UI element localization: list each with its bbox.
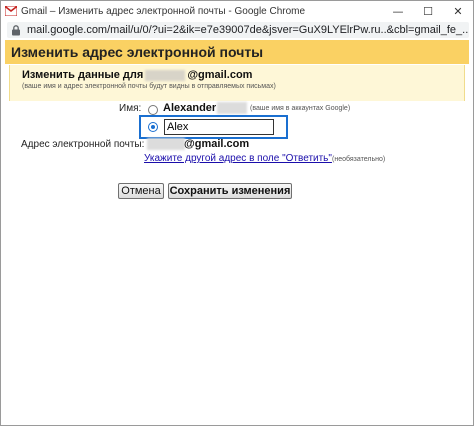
title-bar: Gmail – Изменить адрес электронной почты…: [1, 1, 473, 21]
name-radio-custom[interactable]: [148, 122, 158, 132]
reply-to-link[interactable]: Укажите другой адрес в поле "Ответить": [144, 153, 332, 164]
section-subtitle: (ваше имя и адрес электронной почты буду…: [22, 83, 276, 90]
name-radio-google[interactable]: [148, 105, 158, 115]
close-button[interactable]: ✕: [443, 1, 473, 21]
info-panel: Изменить данные для @gmail.com (ваше имя …: [9, 65, 465, 101]
address-bar[interactable]: mail.google.com/mail/u/0/?ui=2&ik=e7e390…: [7, 22, 469, 38]
reply-to-hint: (необязательно): [332, 156, 386, 163]
redacted-email-user: [147, 138, 185, 150]
window-title: Gmail – Изменить адрес электронной почты…: [21, 5, 306, 17]
section-title: Изменить данные для @gmail.com: [22, 69, 252, 81]
name-label: Имя:: [119, 103, 142, 114]
email-label: Адрес электронной почты:: [21, 139, 145, 150]
section-title-prefix: Изменить данные для: [22, 69, 144, 81]
gmail-icon: [5, 6, 17, 16]
custom-name-input[interactable]: [164, 119, 274, 135]
url-text: mail.google.com/mail/u/0/?ui=2&ik=e7e390…: [27, 24, 469, 36]
dialog-header: Изменить адрес электронной почты: [5, 40, 469, 64]
browser-window: Gmail – Изменить адрес электронной почты…: [0, 0, 474, 426]
save-button[interactable]: Сохранить изменения: [168, 183, 292, 199]
dialog-title: Изменить адрес электронной почты: [11, 44, 264, 60]
section-title-suffix: @gmail.com: [187, 69, 253, 81]
maximize-button[interactable]: ☐: [413, 1, 443, 21]
redacted-username: [145, 69, 186, 81]
email-address-suffix: @gmail.com: [184, 138, 250, 150]
name-option-hint: (ваше имя в аккаунтах Google): [250, 105, 351, 112]
minimize-button[interactable]: —: [383, 1, 413, 21]
redacted-surname: [217, 102, 247, 114]
lock-icon: [11, 24, 21, 36]
name-option-google: Alexander: [163, 102, 217, 114]
cancel-button[interactable]: Отмена: [118, 183, 164, 199]
